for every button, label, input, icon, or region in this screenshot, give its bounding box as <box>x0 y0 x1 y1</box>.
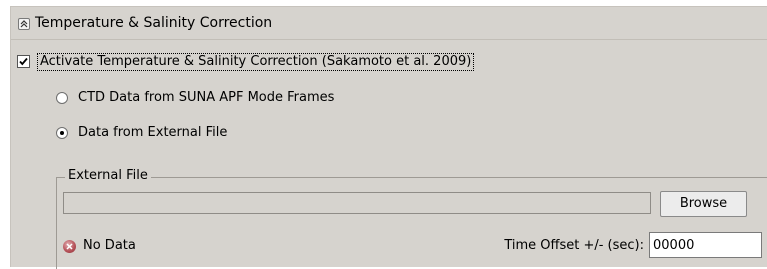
double-chevron-up-icon[interactable] <box>18 18 30 30</box>
external-file-path-field[interactable] <box>63 192 651 214</box>
activate-correction-checkbox[interactable] <box>17 55 30 68</box>
section-header[interactable]: Temperature & Salinity Correction <box>11 7 767 40</box>
time-offset-input[interactable] <box>649 232 762 258</box>
radio-button-external[interactable] <box>56 127 68 139</box>
section-title: Temperature & Salinity Correction <box>35 15 273 31</box>
activate-correction-label[interactable]: Activate Temperature & Salinity Correcti… <box>37 53 475 71</box>
time-offset-label: Time Offset +/- (sec): <box>504 238 644 253</box>
radio-label-external[interactable]: Data from External File <box>78 125 227 140</box>
temperature-salinity-panel: Temperature & Salinity Correction Activa… <box>10 6 767 269</box>
external-file-group-title: External File <box>65 168 151 183</box>
radio-label-ctd[interactable]: CTD Data from SUNA APF Mode Frames <box>78 90 334 105</box>
external-file-group: External File Browse No Data Time Offset… <box>56 168 767 269</box>
no-data-status-icon <box>63 240 76 253</box>
status-text: No Data <box>83 238 136 253</box>
radio-button-ctd[interactable] <box>56 92 68 104</box>
browse-button[interactable]: Browse <box>660 191 747 217</box>
